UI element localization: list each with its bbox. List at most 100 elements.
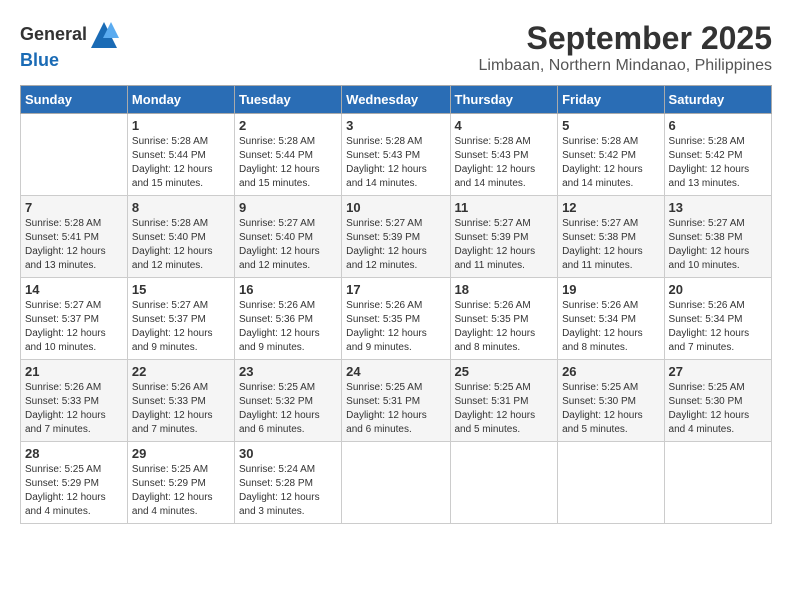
page-header: General Blue September 2025 Limbaan, Nor…	[20, 20, 772, 75]
day-info: Sunrise: 5:27 AM Sunset: 5:39 PM Dayligh…	[455, 217, 554, 273]
calendar-cell: 21 Sunrise: 5:26 AM Sunset: 5:33 PM Dayli…	[21, 360, 128, 442]
weekday-header-tuesday: Tuesday	[234, 86, 341, 114]
day-info: Sunrise: 5:26 AM Sunset: 5:35 PM Dayligh…	[455, 299, 554, 355]
calendar-cell: 12Sunrise: 5:27 AM Sunset: 5:38 PM Dayli…	[558, 196, 664, 278]
calendar-week-1: 1 Sunrise: 5:28 AM Sunset: 5:44 PM Daylig…	[21, 114, 772, 196]
weekday-header-thursday: Thursday	[450, 86, 558, 114]
day-info: Sunrise: 5:27 AM Sunset: 5:37 PM Dayligh…	[132, 299, 230, 355]
calendar-cell: 8Sunrise: 5:28 AM Sunset: 5:40 PM Daylig…	[127, 196, 234, 278]
day-number: 30	[239, 446, 337, 461]
weekday-header-wednesday: Wednesday	[342, 86, 450, 114]
weekday-header-monday: Monday	[127, 86, 234, 114]
day-info: Sunrise: 5:25 AM Sunset: 5:29 PM Dayligh…	[25, 463, 123, 519]
day-info: Sunrise: 5:25 AM Sunset: 5:32 PM Dayligh…	[239, 381, 337, 437]
calendar-cell: 16 Sunrise: 5:26 AM Sunset: 5:36 PM Dayli…	[234, 278, 341, 360]
calendar-cell: 1 Sunrise: 5:28 AM Sunset: 5:44 PM Daylig…	[127, 114, 234, 196]
calendar-cell: 4 Sunrise: 5:28 AM Sunset: 5:43 PM Daylig…	[450, 114, 558, 196]
day-number: 27	[669, 364, 767, 379]
calendar-cell: 6 Sunrise: 5:28 AM Sunset: 5:42 PM Daylig…	[664, 114, 771, 196]
day-number: 3	[346, 118, 445, 133]
calendar-cell: 19 Sunrise: 5:26 AM Sunset: 5:34 PM Dayli…	[558, 278, 664, 360]
weekday-header-friday: Friday	[558, 86, 664, 114]
day-number: 19	[562, 282, 659, 297]
day-number: 23	[239, 364, 337, 379]
calendar-week-5: 28 Sunrise: 5:25 AM Sunset: 5:29 PM Dayli…	[21, 442, 772, 524]
day-number: 26	[562, 364, 659, 379]
weekday-header-row: SundayMondayTuesdayWednesdayThursdayFrid…	[21, 86, 772, 114]
calendar-cell: 29 Sunrise: 5:25 AM Sunset: 5:29 PM Dayli…	[127, 442, 234, 524]
day-info: Sunrise: 5:28 AM Sunset: 5:42 PM Dayligh…	[669, 135, 767, 191]
day-info: Sunrise: 5:26 AM Sunset: 5:33 PM Dayligh…	[25, 381, 123, 437]
logo: General Blue	[20, 20, 119, 72]
calendar-cell	[21, 114, 128, 196]
day-number: 8	[132, 200, 230, 215]
calendar-cell: 5Sunrise: 5:28 AM Sunset: 5:42 PM Daylig…	[558, 114, 664, 196]
day-info: Sunrise: 5:25 AM Sunset: 5:30 PM Dayligh…	[562, 381, 659, 437]
day-info: Sunrise: 5:28 AM Sunset: 5:44 PM Dayligh…	[132, 135, 230, 191]
day-number: 25	[455, 364, 554, 379]
calendar-cell: 7Sunrise: 5:28 AM Sunset: 5:41 PM Daylig…	[21, 196, 128, 278]
day-number: 29	[132, 446, 230, 461]
day-number: 16	[239, 282, 337, 297]
day-info: Sunrise: 5:26 AM Sunset: 5:33 PM Dayligh…	[132, 381, 230, 437]
location-title: Limbaan, Northern Mindanao, Philippines	[478, 57, 772, 75]
calendar-header: SundayMondayTuesdayWednesdayThursdayFrid…	[21, 86, 772, 114]
calendar-cell	[342, 442, 450, 524]
day-info: Sunrise: 5:28 AM Sunset: 5:43 PM Dayligh…	[455, 135, 554, 191]
calendar-week-3: 14Sunrise: 5:27 AM Sunset: 5:37 PM Dayli…	[21, 278, 772, 360]
day-number: 10	[346, 200, 445, 215]
day-number: 18	[455, 282, 554, 297]
calendar-cell: 3 Sunrise: 5:28 AM Sunset: 5:43 PM Daylig…	[342, 114, 450, 196]
day-number: 13	[669, 200, 767, 215]
title-block: September 2025 Limbaan, Northern Mindana…	[478, 20, 772, 75]
day-number: 7	[25, 200, 123, 215]
day-number: 4	[455, 118, 554, 133]
calendar-cell: 13 Sunrise: 5:27 AM Sunset: 5:38 PM Dayli…	[664, 196, 771, 278]
calendar-cell: 30 Sunrise: 5:24 AM Sunset: 5:28 PM Dayli…	[234, 442, 341, 524]
day-info: Sunrise: 5:25 AM Sunset: 5:30 PM Dayligh…	[669, 381, 767, 437]
calendar-week-2: 7Sunrise: 5:28 AM Sunset: 5:41 PM Daylig…	[21, 196, 772, 278]
day-info: Sunrise: 5:26 AM Sunset: 5:35 PM Dayligh…	[346, 299, 445, 355]
calendar-cell: 9Sunrise: 5:27 AM Sunset: 5:40 PM Daylig…	[234, 196, 341, 278]
day-info: Sunrise: 5:25 AM Sunset: 5:29 PM Dayligh…	[132, 463, 230, 519]
day-number: 11	[455, 200, 554, 215]
day-info: Sunrise: 5:27 AM Sunset: 5:38 PM Dayligh…	[669, 217, 767, 273]
day-number: 17	[346, 282, 445, 297]
day-info: Sunrise: 5:25 AM Sunset: 5:31 PM Dayligh…	[455, 381, 554, 437]
day-number: 1	[132, 118, 230, 133]
day-number: 21	[25, 364, 123, 379]
calendar-cell: 2 Sunrise: 5:28 AM Sunset: 5:44 PM Daylig…	[234, 114, 341, 196]
day-number: 6	[669, 118, 767, 133]
day-info: Sunrise: 5:28 AM Sunset: 5:42 PM Dayligh…	[562, 135, 659, 191]
calendar-cell: 20Sunrise: 5:26 AM Sunset: 5:34 PM Dayli…	[664, 278, 771, 360]
calendar-table: SundayMondayTuesdayWednesdayThursdayFrid…	[20, 85, 772, 524]
calendar-cell	[450, 442, 558, 524]
day-number: 28	[25, 446, 123, 461]
logo-general: General	[20, 24, 87, 44]
day-info: Sunrise: 5:24 AM Sunset: 5:28 PM Dayligh…	[239, 463, 337, 519]
day-number: 22	[132, 364, 230, 379]
day-info: Sunrise: 5:28 AM Sunset: 5:44 PM Dayligh…	[239, 135, 337, 191]
day-number: 2	[239, 118, 337, 133]
day-info: Sunrise: 5:27 AM Sunset: 5:37 PM Dayligh…	[25, 299, 123, 355]
calendar-cell: 27 Sunrise: 5:25 AM Sunset: 5:30 PM Dayli…	[664, 360, 771, 442]
calendar-cell: 10 Sunrise: 5:27 AM Sunset: 5:39 PM Dayli…	[342, 196, 450, 278]
day-info: Sunrise: 5:26 AM Sunset: 5:36 PM Dayligh…	[239, 299, 337, 355]
day-info: Sunrise: 5:27 AM Sunset: 5:39 PM Dayligh…	[346, 217, 445, 273]
calendar-cell: 24Sunrise: 5:25 AM Sunset: 5:31 PM Dayli…	[342, 360, 450, 442]
day-info: Sunrise: 5:28 AM Sunset: 5:43 PM Dayligh…	[346, 135, 445, 191]
calendar-cell	[664, 442, 771, 524]
day-number: 24	[346, 364, 445, 379]
calendar-cell: 23 Sunrise: 5:25 AM Sunset: 5:32 PM Dayli…	[234, 360, 341, 442]
calendar-cell	[558, 442, 664, 524]
day-info: Sunrise: 5:27 AM Sunset: 5:40 PM Dayligh…	[239, 217, 337, 273]
day-info: Sunrise: 5:26 AM Sunset: 5:34 PM Dayligh…	[562, 299, 659, 355]
day-number: 12	[562, 200, 659, 215]
calendar-cell: 17 Sunrise: 5:26 AM Sunset: 5:35 PM Dayli…	[342, 278, 450, 360]
calendar-cell: 11 Sunrise: 5:27 AM Sunset: 5:39 PM Dayli…	[450, 196, 558, 278]
calendar-body: 1 Sunrise: 5:28 AM Sunset: 5:44 PM Daylig…	[21, 114, 772, 524]
calendar-week-4: 21 Sunrise: 5:26 AM Sunset: 5:33 PM Dayli…	[21, 360, 772, 442]
day-info: Sunrise: 5:26 AM Sunset: 5:34 PM Dayligh…	[669, 299, 767, 355]
calendar-cell: 15Sunrise: 5:27 AM Sunset: 5:37 PM Dayli…	[127, 278, 234, 360]
weekday-header-saturday: Saturday	[664, 86, 771, 114]
